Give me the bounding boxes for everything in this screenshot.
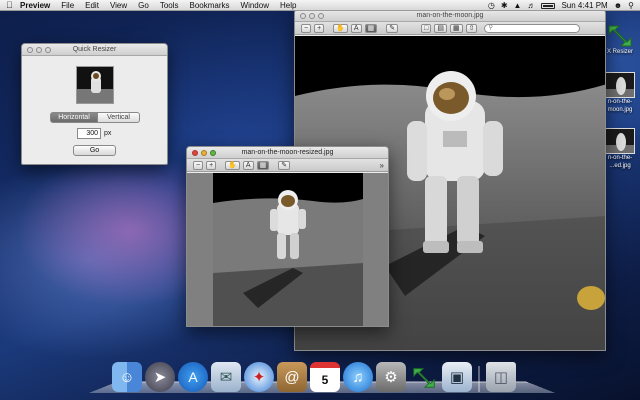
- desktop-icon-file[interactable]: n-on-the- ...ed.jpg: [600, 128, 640, 170]
- battery-icon[interactable]: [541, 2, 556, 9]
- resize-arrows-icon: [608, 25, 632, 47]
- preview-toolbar: − + ✋ A ▦ ✎ »: [187, 159, 388, 172]
- horizontal-option[interactable]: Horizontal: [50, 112, 98, 123]
- zoom-out-button[interactable]: −: [301, 23, 312, 33]
- menu-go[interactable]: Go: [138, 0, 149, 11]
- menu-bookmarks[interactable]: Bookmarks: [190, 0, 230, 11]
- desktop-icon-file[interactable]: n-on-the- moon.jpg: [600, 72, 640, 114]
- menu-file[interactable]: File: [61, 0, 74, 11]
- astronaut-photo: [213, 173, 363, 326]
- move-tool-button[interactable]: ✋: [333, 23, 348, 33]
- close-button[interactable]: [300, 13, 306, 19]
- launchpad-icon[interactable]: ➤: [145, 362, 175, 392]
- zoom-button[interactable]: [318, 13, 324, 19]
- menu-bar:  Preview File Edit View Go Tools Bookma…: [0, 0, 640, 11]
- safari-icon[interactable]: ✦: [244, 362, 274, 392]
- trash-icon[interactable]: ◫: [486, 362, 516, 392]
- close-button[interactable]: [27, 47, 33, 53]
- itunes-icon[interactable]: ♫: [343, 362, 373, 392]
- quick-resizer-window[interactable]: Quick Resizer Horizontal Vertical 300 px…: [21, 43, 168, 165]
- preview-toolbar: − + ✋ A ▦ ✎ □ ▤ ▦ ⇧ ⚲: [295, 22, 605, 35]
- minimize-button[interactable]: [36, 47, 42, 53]
- preview-icon[interactable]: ▣: [442, 362, 472, 392]
- annotate-button[interactable]: ✎: [386, 23, 399, 33]
- menu-window[interactable]: Window: [241, 0, 269, 11]
- menu-tools[interactable]: Tools: [160, 0, 179, 11]
- text-tool-button[interactable]: A: [242, 160, 254, 170]
- menu-view[interactable]: View: [110, 0, 127, 11]
- search-icon: ⚲: [488, 24, 493, 31]
- time-machine-icon[interactable]: ◷: [488, 0, 495, 11]
- system-preferences-icon[interactable]: ⚙: [376, 362, 406, 392]
- window-title: Quick Resizer: [72, 46, 117, 53]
- size-input[interactable]: 300: [77, 128, 101, 139]
- window-controls: [27, 47, 51, 53]
- ical-icon[interactable]: 5: [310, 362, 340, 392]
- view-sidebar-button[interactable]: ▤: [434, 23, 447, 33]
- move-tool-button[interactable]: ✋: [225, 160, 240, 170]
- menu-edit[interactable]: Edit: [85, 0, 99, 11]
- vertical-option[interactable]: Vertical: [98, 112, 140, 123]
- dock-separator: [478, 366, 480, 392]
- wifi-icon[interactable]: ▲: [514, 0, 522, 11]
- menu-preview[interactable]: Preview: [20, 0, 50, 11]
- volume-icon[interactable]: ♬: [527, 0, 535, 11]
- window-titlebar[interactable]: Quick Resizer: [22, 44, 167, 56]
- window-title: man-on-the-moon-resized.jpg: [241, 149, 334, 156]
- size-unit-label: px: [104, 130, 112, 137]
- resizer-app-icon: [605, 22, 635, 48]
- window-titlebar[interactable]: man-on-the-moon-resized.jpg: [187, 147, 388, 159]
- view-single-button[interactable]: □: [421, 23, 432, 33]
- view-contact-sheet-button[interactable]: ▦: [449, 23, 463, 33]
- desktop-icon-label: moon.jpg: [607, 107, 633, 113]
- desktop-icon-label: n-on-the-: [607, 155, 633, 161]
- size-row: 300 px: [77, 128, 111, 139]
- close-button[interactable]: [192, 150, 198, 156]
- desktop-icon-app[interactable]: X Resizer: [600, 22, 640, 56]
- app-store-icon[interactable]: A: [178, 362, 208, 392]
- desktop-icon-label: n-on-the-: [607, 99, 633, 105]
- window-controls: [300, 13, 324, 19]
- menu-help[interactable]: Help: [280, 0, 296, 11]
- select-tool-button[interactable]: ▦: [256, 160, 270, 170]
- window-title: man-on-the-moon.jpg: [416, 12, 484, 19]
- text-tool-button[interactable]: A: [350, 23, 362, 33]
- preview-image-resized[interactable]: [187, 173, 388, 326]
- share-button[interactable]: ⇧: [465, 23, 478, 33]
- orientation-segmented-control: Horizontal Vertical: [50, 112, 140, 123]
- zoom-in-button[interactable]: +: [314, 23, 325, 33]
- zoom-out-button[interactable]: −: [193, 160, 204, 170]
- image-thumbnail: [605, 72, 635, 98]
- annotate-button[interactable]: ✎: [278, 160, 291, 170]
- preview-window-resized[interactable]: man-on-the-moon-resized.jpg − + ✋ A ▦ ✎ …: [186, 146, 389, 327]
- window-controls: [192, 150, 216, 156]
- zoom-button[interactable]: [45, 47, 51, 53]
- image-thumbnail: [605, 128, 635, 154]
- apple-icon[interactable]: : [6, 0, 20, 11]
- select-tool-button[interactable]: ▦: [364, 23, 378, 33]
- minimize-button[interactable]: [201, 150, 207, 156]
- spotlight-icon[interactable]: ⚲: [628, 0, 634, 11]
- search-field[interactable]: ⚲: [484, 23, 581, 33]
- bluetooth-icon[interactable]: ✱: [501, 0, 508, 11]
- address-book-icon[interactable]: @: [277, 362, 307, 392]
- image-thumbnail: [76, 66, 114, 104]
- desktop-icon-label: X Resizer: [606, 49, 633, 55]
- menubar-clock[interactable]: Sun 4:41 PM: [561, 0, 607, 11]
- window-titlebar[interactable]: man-on-the-moon.jpg: [295, 10, 605, 22]
- toolbar-overflow-icon[interactable]: »: [380, 161, 384, 170]
- desktop-icon-label: ...ed.jpg: [609, 163, 631, 169]
- zoom-button[interactable]: [210, 150, 216, 156]
- user-icon[interactable]: ☻: [614, 0, 622, 11]
- minimize-button[interactable]: [309, 13, 315, 19]
- ical-date: 5: [321, 373, 329, 387]
- dock: ☺ ➤ A ✉ ✦ @ 5 ♫ ⚙ ▣ ◫: [112, 358, 516, 392]
- mail-icon[interactable]: ✉: [211, 362, 241, 392]
- zoom-in-button[interactable]: +: [206, 160, 217, 170]
- go-button[interactable]: Go: [73, 145, 116, 156]
- resizer-app-icon[interactable]: [409, 362, 439, 392]
- finder-icon[interactable]: ☺: [112, 362, 142, 392]
